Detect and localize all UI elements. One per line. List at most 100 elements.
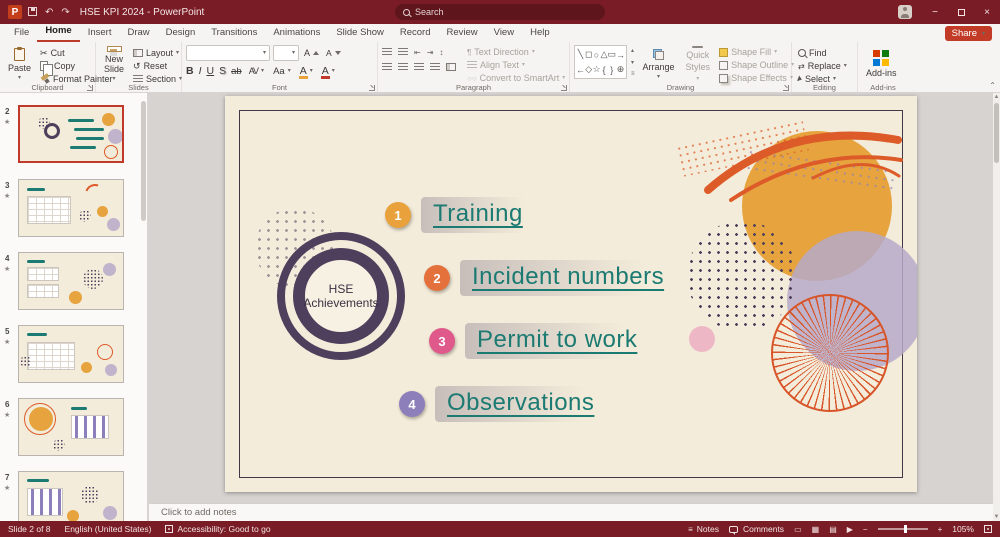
- hub-shape[interactable]: HSE Achievements: [277, 232, 405, 360]
- zoom-slider-thumb[interactable]: [903, 525, 907, 533]
- decrease-indent-icon[interactable]: ⇤: [414, 48, 421, 57]
- slide-thumbnail-3[interactable]: [18, 179, 124, 237]
- justify-icon[interactable]: [430, 63, 440, 71]
- font-size-combobox[interactable]: ▾: [273, 45, 299, 61]
- tab-review[interactable]: Review: [439, 24, 486, 42]
- decrease-font-size-button[interactable]: A: [324, 47, 343, 59]
- font-dialog-launcher-icon[interactable]: [369, 85, 375, 91]
- triangle-shape-icon[interactable]: △: [601, 49, 608, 60]
- character-spacing-button[interactable]: AV ▾: [247, 65, 266, 77]
- increase-indent-icon[interactable]: ⇥: [427, 48, 434, 57]
- tab-animations[interactable]: Animations: [265, 24, 328, 42]
- editor-scrollbar[interactable]: ▲ ▼: [993, 93, 1000, 521]
- tab-help[interactable]: Help: [522, 24, 558, 42]
- tab-view[interactable]: View: [486, 24, 522, 42]
- scroll-up-icon[interactable]: ▲: [994, 94, 1000, 100]
- scroll-down-icon[interactable]: ▾: [631, 59, 635, 66]
- save-icon[interactable]: [28, 6, 37, 16]
- item-label[interactable]: Training: [421, 197, 551, 233]
- change-case-button[interactable]: Aa ▾: [271, 65, 293, 77]
- shape-outline-button[interactable]: Shape Outline ▾: [717, 59, 796, 71]
- agenda-item-training[interactable]: 1 Training: [385, 197, 551, 233]
- redo-icon[interactable]: ↷: [61, 7, 69, 18]
- strikethrough-button[interactable]: ab: [231, 66, 242, 77]
- brace-left-shape-icon[interactable]: {: [603, 65, 606, 75]
- slide-editor-area[interactable]: HSE Achievements 1 Training 2 Incident n…: [149, 93, 993, 503]
- rectangle-shape-icon[interactable]: ◻: [585, 49, 592, 60]
- arrow-left-shape-icon[interactable]: ←: [576, 65, 585, 75]
- tab-record[interactable]: Record: [392, 24, 439, 42]
- highlight-color-button[interactable]: A ▾: [298, 65, 315, 79]
- share-button[interactable]: Share ▾: [944, 26, 992, 41]
- slide-thumbnail-4[interactable]: [18, 252, 124, 310]
- powerpoint-app-icon[interactable]: P: [8, 5, 22, 19]
- shape-fill-button[interactable]: Shape Fill ▾: [717, 46, 796, 58]
- zoom-in-icon[interactable]: +: [938, 525, 943, 534]
- quick-styles-button[interactable]: Quick Styles ▾: [682, 45, 715, 83]
- align-right-icon[interactable]: [414, 63, 424, 71]
- zoom-slider[interactable]: [877, 525, 928, 533]
- agenda-item-observations[interactable]: 4 Observations: [399, 386, 623, 422]
- item-label[interactable]: Incident numbers: [460, 260, 693, 296]
- brace-right-shape-icon[interactable]: }: [610, 65, 613, 75]
- notes-pane[interactable]: Click to add notes: [149, 503, 993, 521]
- scroll-up-icon[interactable]: ▴: [631, 47, 635, 54]
- tab-file[interactable]: File: [6, 24, 37, 42]
- text-direction-button[interactable]: ¶ Text Direction ▾: [465, 46, 567, 58]
- scroll-down-icon[interactable]: ▼: [994, 514, 1000, 520]
- item-label[interactable]: Observations: [435, 386, 623, 422]
- arrow-right-shape-icon[interactable]: →: [616, 50, 625, 60]
- slide-thumbnail-5[interactable]: [18, 325, 124, 383]
- bold-button[interactable]: B: [186, 65, 194, 77]
- reset-button[interactable]: ↺ Reset: [131, 60, 184, 72]
- search-box[interactable]: [395, 4, 605, 20]
- undo-icon[interactable]: ↶: [45, 7, 53, 18]
- maximize-button[interactable]: [948, 0, 974, 24]
- comments-toggle[interactable]: Comments: [728, 524, 784, 535]
- addins-button[interactable]: Add-ins: [862, 45, 901, 83]
- columns-icon[interactable]: [446, 63, 456, 71]
- tab-home[interactable]: Home: [37, 22, 80, 42]
- paragraph-dialog-launcher-icon[interactable]: [561, 85, 567, 91]
- tab-insert[interactable]: Insert: [80, 24, 120, 42]
- align-center-icon[interactable]: [398, 63, 408, 71]
- search-input[interactable]: [415, 7, 597, 17]
- line-shape-icon[interactable]: ╲: [578, 49, 583, 60]
- shapes-gallery-scroll[interactable]: ▴ ▾ ≡: [630, 45, 636, 79]
- slide-sorter-view-icon[interactable]: ▦: [812, 525, 820, 534]
- normal-view-icon[interactable]: ▭: [794, 525, 802, 534]
- slide-canvas[interactable]: HSE Achievements 1 Training 2 Incident n…: [225, 96, 917, 492]
- agenda-item-permit-to-work[interactable]: 3 Permit to work: [429, 323, 666, 359]
- scrollbar-thumb[interactable]: [994, 103, 999, 163]
- slide-thumbnail-6[interactable]: [18, 398, 124, 456]
- new-slide-button[interactable]: New Slide ▾: [100, 45, 128, 83]
- increase-font-size-button[interactable]: A: [302, 47, 321, 59]
- collapse-ribbon-icon[interactable]: ⌃: [989, 81, 996, 90]
- align-left-icon[interactable]: [382, 63, 392, 71]
- align-text-button[interactable]: Align Text ▾: [465, 59, 567, 71]
- fit-slide-icon[interactable]: [984, 525, 992, 533]
- agenda-item-incident-numbers[interactable]: 2 Incident numbers: [424, 260, 693, 296]
- font-name-combobox[interactable]: ▾: [186, 45, 270, 61]
- tab-transitions[interactable]: Transitions: [203, 24, 265, 42]
- numbering-icon[interactable]: [398, 48, 408, 56]
- notes-toggle[interactable]: ≡ Notes: [688, 524, 719, 534]
- close-button[interactable]: ×: [974, 0, 1000, 24]
- line-spacing-icon[interactable]: ↕: [439, 48, 443, 57]
- find-button[interactable]: Find: [796, 47, 849, 59]
- tab-design[interactable]: Design: [158, 24, 204, 42]
- slide-thumbnail-7[interactable]: [18, 471, 124, 521]
- circle-shape-icon[interactable]: ○: [594, 50, 599, 60]
- arrange-button[interactable]: Arrange ▾: [639, 45, 679, 83]
- slideshow-view-icon[interactable]: ▶: [847, 525, 853, 534]
- diamond-shape-icon[interactable]: ◇: [585, 64, 592, 75]
- bullets-icon[interactable]: [382, 48, 392, 56]
- text-shadow-button[interactable]: S: [219, 65, 226, 77]
- paste-button[interactable]: Paste ▾: [4, 45, 35, 83]
- drawing-dialog-launcher-icon[interactable]: [783, 85, 789, 91]
- accessibility-checker[interactable]: Accessibility: Good to go: [165, 524, 271, 534]
- item-label[interactable]: Permit to work: [465, 323, 666, 359]
- font-color-button[interactable]: A ▾: [320, 65, 337, 79]
- slide-thumbnail-2[interactable]: [18, 105, 124, 163]
- zoom-percentage[interactable]: 105%: [952, 524, 974, 534]
